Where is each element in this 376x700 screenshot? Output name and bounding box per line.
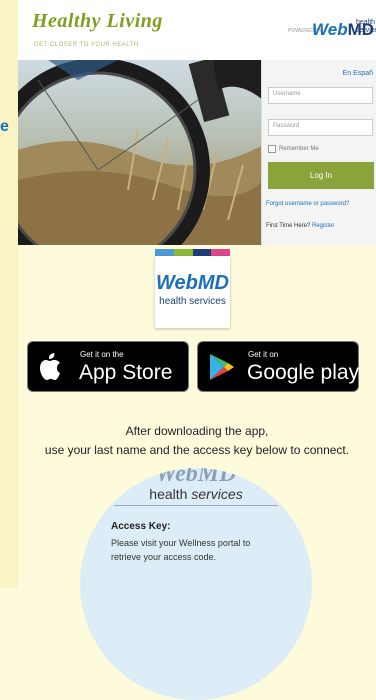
app-store-badge[interactable]: Get it on the App Store [27, 341, 189, 392]
color-bar [155, 249, 174, 256]
hero-image [18, 60, 263, 245]
card-health-text: health [149, 486, 188, 502]
first-time-label: First Time Here? [266, 223, 311, 229]
language-link[interactable]: En Españ [343, 70, 373, 77]
register-link[interactable]: Register [312, 223, 334, 229]
login-button[interactable]: Log In [268, 162, 374, 189]
brand-logo[interactable]: Healthy Living [32, 10, 163, 33]
remember-checkbox[interactable] [268, 145, 276, 153]
remember-label: Remember Me [279, 146, 319, 152]
instruction-line-2: use your last name and the access key be… [44, 443, 350, 457]
site-header: Healthy Living GET CLOSER TO YOUR HEALTH… [18, 0, 376, 61]
google-play-icon [210, 354, 234, 380]
color-bar [211, 249, 230, 256]
access-key-card: WebMD health services Access Key: Please… [80, 468, 312, 700]
google-play-big-text: Google play [247, 361, 360, 384]
side-strip [0, 0, 18, 588]
username-field[interactable]: Username [268, 87, 373, 104]
access-key-label: Access Key: [111, 521, 171, 532]
logo-webmd-text: WebMD [156, 272, 229, 294]
app-store-big-text: App Store [79, 361, 173, 384]
first-time-text: First Time Here? Register [266, 223, 334, 229]
side-letter: e [0, 118, 9, 135]
card-health-services: health services [80, 486, 312, 502]
bicycle-photo [18, 60, 263, 245]
brand-tagline: GET CLOSER TO YOUR HEALTH [34, 42, 139, 48]
access-key-text: Please visit your Wellness portal to ret… [111, 538, 251, 562]
apple-icon [40, 353, 60, 380]
logo-subtitle: health services [159, 296, 226, 307]
forgot-link[interactable]: Forgot username or password? [266, 201, 349, 207]
webmd-logo-web: Web [312, 20, 348, 39]
webmd-logo-card: WebMD health services [155, 256, 230, 328]
google-play-badge[interactable]: Get it on Google play [197, 341, 359, 392]
login-panel: En Españ Username Password Remember Me L… [261, 60, 376, 245]
google-play-small-text: Get it on [248, 350, 279, 359]
remember-me[interactable]: Remember Me [268, 145, 319, 153]
password-field[interactable]: Password [268, 119, 373, 136]
card-cut-logo: WebMD [155, 468, 237, 487]
card-divider [114, 505, 278, 506]
color-bar [192, 249, 212, 256]
color-bars [155, 249, 230, 256]
app-store-small-text: Get it on the [80, 350, 124, 359]
health-services-label: health services [356, 19, 376, 34]
card-services-text: services [191, 486, 243, 502]
instruction-line-1: After downloading the app, [125, 424, 269, 438]
color-bar [173, 249, 193, 256]
